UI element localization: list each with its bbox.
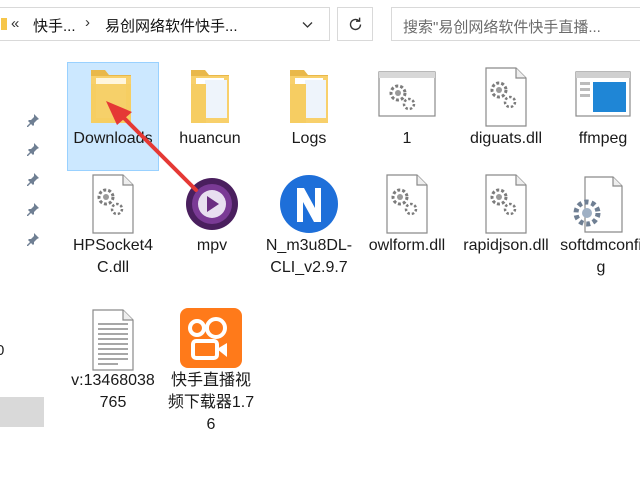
- folder-small-icon: [1, 18, 7, 30]
- config-file-icon: [573, 176, 623, 233]
- n-app-icon: [280, 175, 338, 233]
- file-label: HPSocket4C.dll: [72, 237, 154, 276]
- file-label: 快手直播视频下载器1.76: [167, 372, 255, 433]
- file-label: rapidjson.dll: [463, 237, 549, 254]
- file-label: 1: [402, 130, 412, 147]
- app-window-icon: [575, 71, 631, 117]
- breadcrumb-item-kuaishou[interactable]: 快手...: [33, 15, 76, 36]
- dll-file-icon: [485, 174, 527, 234]
- file-label: softdmconfig: [560, 237, 640, 276]
- file-label: owlform.dll: [368, 237, 446, 254]
- refresh-icon: [349, 17, 362, 31]
- pin-icon[interactable]: [26, 172, 40, 186]
- file-label: Downloads: [73, 130, 153, 147]
- breadcrumb-overflow-icon[interactable]: «: [11, 15, 19, 32]
- file-label: mpv: [196, 237, 228, 254]
- address-row: « 快手... › 易创网络软件快手... 搜索"易创网络软件快手直播...: [0, 0, 640, 50]
- file-label: v:13468038765: [71, 372, 155, 411]
- chevron-down-icon[interactable]: [302, 21, 313, 29]
- pin-icon[interactable]: [26, 202, 40, 216]
- dll-file-icon: [485, 67, 527, 127]
- file-label: diguats.dll: [469, 130, 543, 147]
- mpv-app-icon: [186, 178, 238, 230]
- search-input[interactable]: 搜索"易创网络软件快手直播...: [391, 7, 640, 41]
- folder-icon: [290, 70, 328, 123]
- folder-icon: [191, 70, 229, 123]
- address-bar[interactable]: « 快手... › 易创网络软件快手...: [0, 7, 330, 41]
- text-file-icon: [92, 309, 134, 371]
- kuaishou-app-icon: [180, 308, 242, 368]
- window-file-icon: [378, 71, 436, 117]
- dll-file-icon: [386, 174, 428, 234]
- pin-icon[interactable]: [26, 232, 40, 246]
- file-label: huancun: [179, 130, 241, 147]
- navigation-pane: 0: [0, 50, 46, 503]
- breadcrumb-separator-icon[interactable]: ›: [85, 14, 90, 31]
- file-label: N_m3u8DL-CLI_v2.9.7: [265, 237, 353, 276]
- file-label: ffmpeg: [578, 130, 628, 147]
- nav-partial-label: 0: [0, 342, 5, 359]
- nav-selected-item[interactable]: [0, 397, 44, 427]
- search-placeholder: 搜索"易创网络软件快手直播...: [403, 19, 601, 36]
- breadcrumb-item-current[interactable]: 易创网络软件快手...: [105, 15, 238, 36]
- pin-icon[interactable]: [26, 113, 40, 127]
- file-label: Logs: [291, 130, 327, 147]
- refresh-button[interactable]: [337, 7, 373, 41]
- pin-icon[interactable]: [26, 142, 40, 156]
- dll-file-icon: [92, 174, 134, 234]
- folder-icon: [91, 70, 131, 123]
